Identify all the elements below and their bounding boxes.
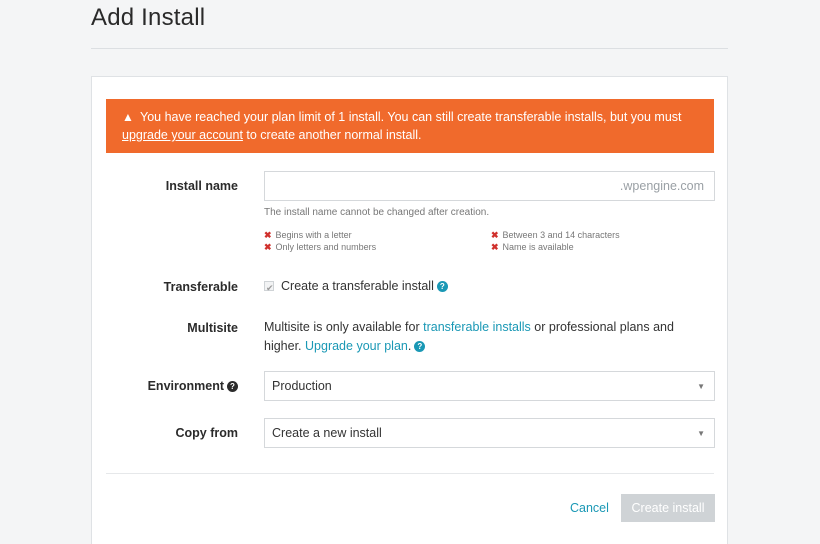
page-title: Add Install	[91, 4, 206, 31]
add-install-form: ▲ You have reached your plan limit of 1 i…	[91, 76, 728, 544]
rule-text: Name is available	[502, 242, 574, 252]
caret-down-icon: ▼	[697, 429, 705, 438]
multisite-text: Multisite is only available for	[264, 320, 424, 334]
copy-from-selected-value: Create a new install	[272, 426, 382, 440]
multisite-text: .	[407, 339, 412, 353]
rule-item: ✖ Name is available	[491, 241, 620, 253]
transferable-row: ✔ Create a transferable install?	[264, 277, 448, 296]
multisite-message: Multisite is only available for transfer…	[264, 318, 704, 356]
copy-from-select[interactable]: Create a new install ▼	[264, 418, 715, 448]
fail-x-icon: ✖	[264, 230, 272, 240]
install-name-hint: The install name cannot be changed after…	[264, 207, 490, 218]
environment-label-text: Environment	[147, 379, 224, 393]
fail-x-icon: ✖	[491, 242, 499, 252]
environment-select[interactable]: Production ▼	[264, 371, 715, 401]
caret-down-icon: ▼	[697, 382, 705, 391]
rules-column-right: ✖ Between 3 and 14 characters ✖ Name is av…	[491, 229, 620, 253]
install-name-input[interactable]: .wpengine.com	[264, 171, 715, 201]
question-circle-icon[interactable]: ?	[436, 281, 448, 292]
question-circle-icon[interactable]: ?	[227, 381, 238, 392]
title-divider	[91, 48, 728, 49]
rules-column-left: ✖ Begins with a letter ✖ Only letters and …	[264, 229, 376, 253]
upgrade-account-link[interactable]: upgrade your account	[122, 128, 243, 142]
transferable-checkbox-label[interactable]: Create a transferable install	[281, 279, 434, 293]
rule-text: Begins with a letter	[275, 230, 352, 240]
domain-suffix: .wpengine.com	[619, 179, 704, 193]
rule-item: ✖ Only letters and numbers	[264, 241, 376, 253]
transferable-checkbox[interactable]: ✔	[264, 281, 274, 293]
rule-item: ✖ Begins with a letter	[264, 229, 376, 241]
plan-limit-alert: ▲ You have reached your plan limit of 1 i…	[106, 99, 714, 153]
cancel-button[interactable]: Cancel	[570, 501, 609, 515]
warning-icon: ▲	[122, 110, 134, 124]
alert-text-before: You have reached your plan limit of 1 in…	[140, 110, 682, 124]
copy-from-label: Copy from	[175, 426, 239, 440]
environment-label: Environment?	[92, 379, 238, 393]
rule-text: Only letters and numbers	[275, 242, 377, 252]
checkmark-icon: ✔	[266, 283, 274, 293]
fail-x-icon: ✖	[491, 230, 499, 240]
install-name-label: Install name	[165, 179, 238, 193]
footer-divider	[106, 473, 714, 474]
question-circle-icon[interactable]: ?	[414, 341, 426, 352]
create-install-button[interactable]: Create install	[621, 494, 715, 522]
transferable-installs-link[interactable]: transferable installs	[423, 320, 531, 334]
multisite-label: Multisite	[187, 321, 238, 335]
upgrade-plan-link[interactable]: Upgrade your plan	[305, 339, 408, 353]
alert-text-after: to create another normal install.	[242, 128, 422, 142]
rule-item: ✖ Between 3 and 14 characters	[491, 229, 620, 241]
environment-selected-value: Production	[272, 379, 332, 393]
transferable-label: Transferable	[163, 280, 238, 294]
rule-text: Between 3 and 14 characters	[502, 230, 620, 240]
fail-x-icon: ✖	[264, 242, 272, 252]
